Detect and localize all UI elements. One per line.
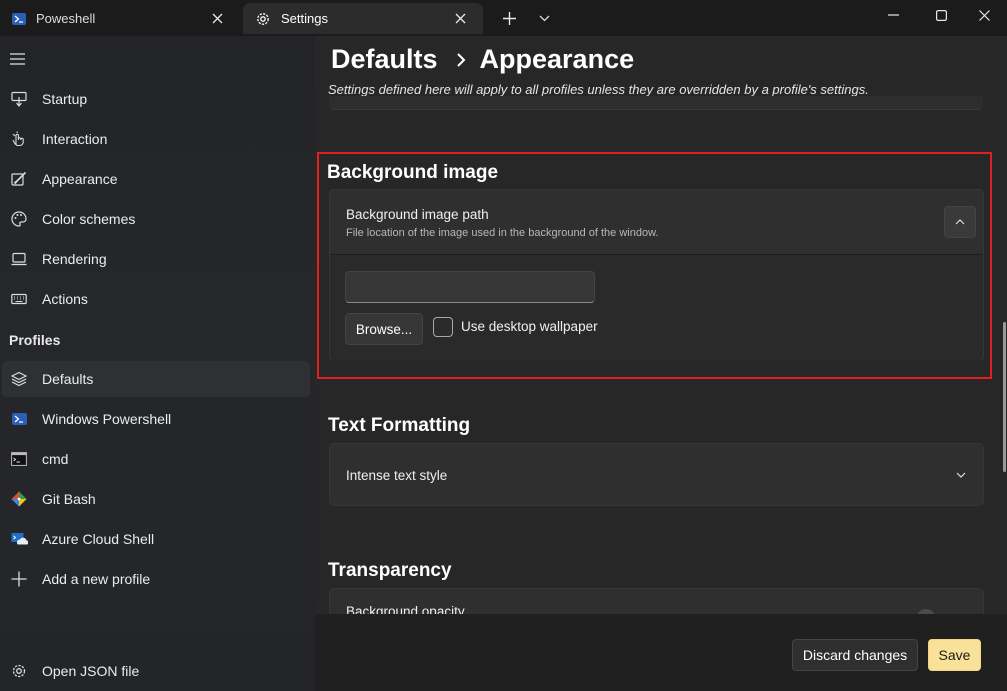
- sidebar-item-defaults[interactable]: Defaults: [2, 361, 310, 397]
- powershell-icon: [12, 12, 26, 25]
- sidebar-item-cmd[interactable]: cmd: [2, 441, 310, 477]
- open-json-file-button[interactable]: Open JSON file: [2, 653, 310, 689]
- sidebar-item-interaction[interactable]: Interaction: [2, 121, 310, 157]
- scrollbar-thumb[interactable]: [1003, 322, 1006, 472]
- new-tab-button[interactable]: [497, 6, 521, 30]
- layers-icon: [10, 370, 28, 388]
- save-button[interactable]: Save: [928, 639, 981, 671]
- chevron-down-icon[interactable]: [533, 6, 555, 30]
- profiles-header: Profiles: [9, 332, 61, 348]
- chevron-down-icon[interactable]: [951, 465, 971, 485]
- section-title-transparency: Transparency: [328, 560, 452, 581]
- sidebar-item-label: Add a new profile: [42, 571, 151, 587]
- powershell-icon: [10, 410, 28, 428]
- monitor-icon: [10, 250, 28, 268]
- sidebar-item-label: Appearance: [42, 171, 118, 187]
- background-opacity-setting: Background opacity: [329, 588, 984, 614]
- use-desktop-wallpaper-label: Use desktop wallpaper: [461, 319, 598, 334]
- sidebar-item-label: Startup: [42, 91, 88, 107]
- use-desktop-wallpaper-checkbox[interactable]: [433, 317, 453, 337]
- window-close-button[interactable]: [961, 0, 1007, 30]
- tab-label: Settings: [281, 11, 328, 26]
- sidebar-item-label: Interaction: [42, 131, 108, 147]
- interaction-icon: [10, 130, 28, 148]
- minimize-button[interactable]: [870, 0, 916, 30]
- breadcrumb-item-defaults[interactable]: Defaults: [331, 44, 438, 75]
- intense-text-style-setting[interactable]: Intense text style: [329, 443, 984, 506]
- chevron-up-icon: [955, 219, 965, 225]
- background-image-path-label: Background image path: [346, 207, 489, 222]
- sidebar-item-rendering[interactable]: Rendering: [2, 241, 310, 277]
- tab-settings[interactable]: Settings: [243, 3, 483, 34]
- card-expanded-body: Browse... Use desktop wallpaper: [330, 254, 983, 361]
- breadcrumb: Defaults Appearance: [331, 44, 634, 75]
- sidebar-item-label: Open JSON file: [42, 663, 140, 679]
- sidebar-item-label: Azure Cloud Shell: [42, 531, 155, 547]
- browse-button[interactable]: Browse...: [345, 313, 423, 345]
- background-opacity-label: Background opacity: [346, 604, 465, 614]
- sidebar-item-label: Rendering: [42, 251, 107, 267]
- sidebar-item-label: Color schemes: [42, 211, 136, 227]
- sidebar-item-label: Defaults: [42, 371, 94, 387]
- cmd-icon: [10, 450, 28, 468]
- add-profile-button[interactable]: Add a new profile: [2, 561, 310, 597]
- section-title-text-formatting: Text Formatting: [328, 415, 471, 436]
- background-image-path-input[interactable]: [345, 271, 595, 303]
- tab-label: Poweshell: [36, 11, 96, 26]
- sidebar-item-actions[interactable]: Actions: [2, 281, 310, 317]
- git-icon: [10, 490, 28, 508]
- palette-icon: [10, 210, 28, 228]
- background-image-card: Background image path File location of t…: [329, 189, 984, 361]
- sidebar-item-label: cmd: [42, 451, 69, 467]
- sidebar-item-label: Windows Powershell: [42, 411, 172, 427]
- gear-icon: [10, 662, 28, 680]
- main-content: Defaults Appearance Settings defined her…: [315, 36, 1007, 614]
- sidebar-item-azure-cloud-shell[interactable]: Azure Cloud Shell: [2, 521, 310, 557]
- sidebar-item-appearance[interactable]: Appearance: [2, 161, 310, 197]
- keyboard-icon: [10, 290, 28, 308]
- tab-powershell[interactable]: Poweshell: [0, 3, 240, 34]
- close-icon[interactable]: [451, 9, 469, 27]
- azure-cloud-icon: [10, 530, 28, 548]
- title-bar: Poweshell Settings: [0, 0, 1007, 36]
- maximize-button[interactable]: [918, 0, 964, 30]
- page-subtitle: Settings defined here will apply to all …: [328, 82, 869, 97]
- background-image-path-description: File location of the image used in the b…: [346, 227, 659, 239]
- sidebar-item-color-schemes[interactable]: Color schemes: [2, 201, 310, 237]
- discard-changes-button[interactable]: Discard changes: [792, 639, 918, 671]
- sidebar-item-git-bash[interactable]: Git Bash: [2, 481, 310, 517]
- plus-icon: [10, 570, 28, 588]
- footer-bar: Discard changes Save: [315, 614, 1007, 691]
- startup-icon: [10, 90, 28, 108]
- intense-text-style-label: Intense text style: [346, 468, 448, 483]
- breadcrumb-item-appearance: Appearance: [479, 44, 635, 74]
- previous-card: [329, 96, 983, 110]
- sidebar-item-startup[interactable]: Startup: [2, 81, 310, 117]
- appearance-icon: [10, 170, 28, 188]
- gear-icon: [255, 11, 271, 27]
- section-title-background-image: Background image: [327, 162, 499, 183]
- sidebar-item-label: Actions: [42, 291, 88, 307]
- close-icon[interactable]: [208, 9, 226, 27]
- hamburger-menu-icon[interactable]: [10, 52, 26, 65]
- sidebar: Startup Interaction Appearance Color sch…: [0, 36, 315, 691]
- collapse-button[interactable]: [944, 206, 976, 238]
- sidebar-item-windows-powershell[interactable]: Windows Powershell: [2, 401, 310, 437]
- sidebar-item-label: Git Bash: [42, 491, 96, 507]
- chevron-right-icon: [456, 52, 466, 68]
